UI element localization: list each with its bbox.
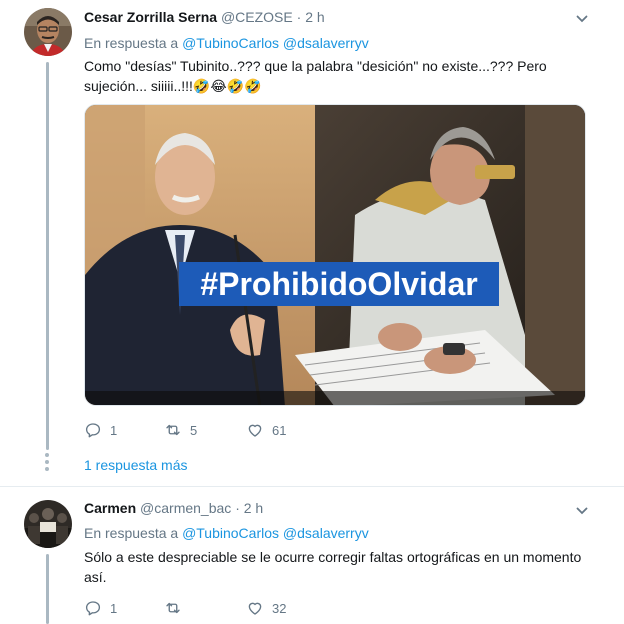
reply-icon [85, 601, 101, 616]
tweet-text: Sólo a este despreciable se le ocurre co… [84, 547, 584, 587]
like-count: 32 [272, 600, 287, 616]
tweet-text: Como "desías" Tubinito..??? que la palab… [84, 56, 584, 96]
tweet-text-line: Sólo a este despreciable se le ocurre co… [84, 549, 582, 565]
replying-to: En respuesta a @TubinoCarlos @dsalaverry… [84, 524, 369, 542]
reply-icon [85, 423, 101, 438]
mention-link[interactable]: @TubinoCarlos [182, 525, 279, 541]
chevron-down-icon[interactable] [576, 12, 588, 24]
heart-icon [248, 602, 262, 615]
retweet-count: 5 [190, 422, 198, 438]
avatar[interactable] [24, 500, 72, 548]
chevron-down-icon[interactable] [576, 504, 588, 516]
mention-link[interactable]: @TubinoCarlos [182, 35, 279, 51]
avatar[interactable] [24, 8, 72, 56]
replying-prefix: En respuesta a [84, 525, 179, 541]
author-handle[interactable]: @carmen_bac [140, 500, 231, 516]
tweet-text-line: Como "desías" Tubinito..??? que la palab… [84, 58, 547, 74]
like-button[interactable]: 32 [246, 598, 286, 618]
tweet-media-image[interactable]: #ProhibidoOlvidar [84, 104, 586, 406]
replying-prefix: En respuesta a [84, 35, 179, 51]
retweet-button[interactable]: 5 [164, 420, 197, 440]
tweet-header: Cesar Zorrilla Serna @CEZOSE · 2 h [84, 8, 325, 26]
author-handle[interactable]: @CEZOSE [221, 9, 293, 25]
tweet[interactable]: Carmen @carmen_bac · 2 h En respuesta a … [0, 487, 624, 624]
retweet-icon [166, 602, 180, 614]
reply-count: 1 [110, 422, 118, 438]
reply-button[interactable]: 1 [84, 420, 117, 440]
like-count: 61 [272, 422, 287, 438]
thread-line [46, 554, 49, 624]
timestamp[interactable]: 2 h [305, 9, 324, 25]
retweet-icon [166, 424, 180, 436]
tweet[interactable]: Cesar Zorrilla Serna @CEZOSE · 2 h En re… [0, 0, 624, 486]
retweet-button[interactable] [164, 598, 190, 618]
mention-link[interactable]: @dsalaverryv [283, 35, 369, 51]
reply-count: 1 [110, 600, 118, 616]
heart-icon [248, 424, 262, 437]
separator: · [235, 500, 240, 516]
reply-button[interactable]: 1 [84, 598, 117, 618]
thread-line [46, 62, 49, 450]
tweet-header: Carmen @carmen_bac · 2 h [84, 499, 263, 517]
media-caption: #ProhibidoOlvidar [200, 266, 477, 302]
replying-to: En respuesta a @TubinoCarlos @dsalaverry… [84, 34, 369, 52]
tweet-text-line: sujeción... siiiii..!!!🤣😂🤣🤣 [84, 78, 262, 94]
author-name[interactable]: Cesar Zorrilla Serna [84, 9, 217, 25]
more-replies-link[interactable]: 1 respuesta más [84, 456, 188, 474]
thread-dots [45, 453, 49, 474]
mention-link[interactable]: @dsalaverryv [283, 525, 369, 541]
tweet-text-line: así. [84, 569, 107, 585]
timestamp[interactable]: 2 h [244, 500, 263, 516]
author-name[interactable]: Carmen [84, 500, 136, 516]
separator: · [296, 9, 302, 25]
like-button[interactable]: 61 [246, 420, 286, 440]
